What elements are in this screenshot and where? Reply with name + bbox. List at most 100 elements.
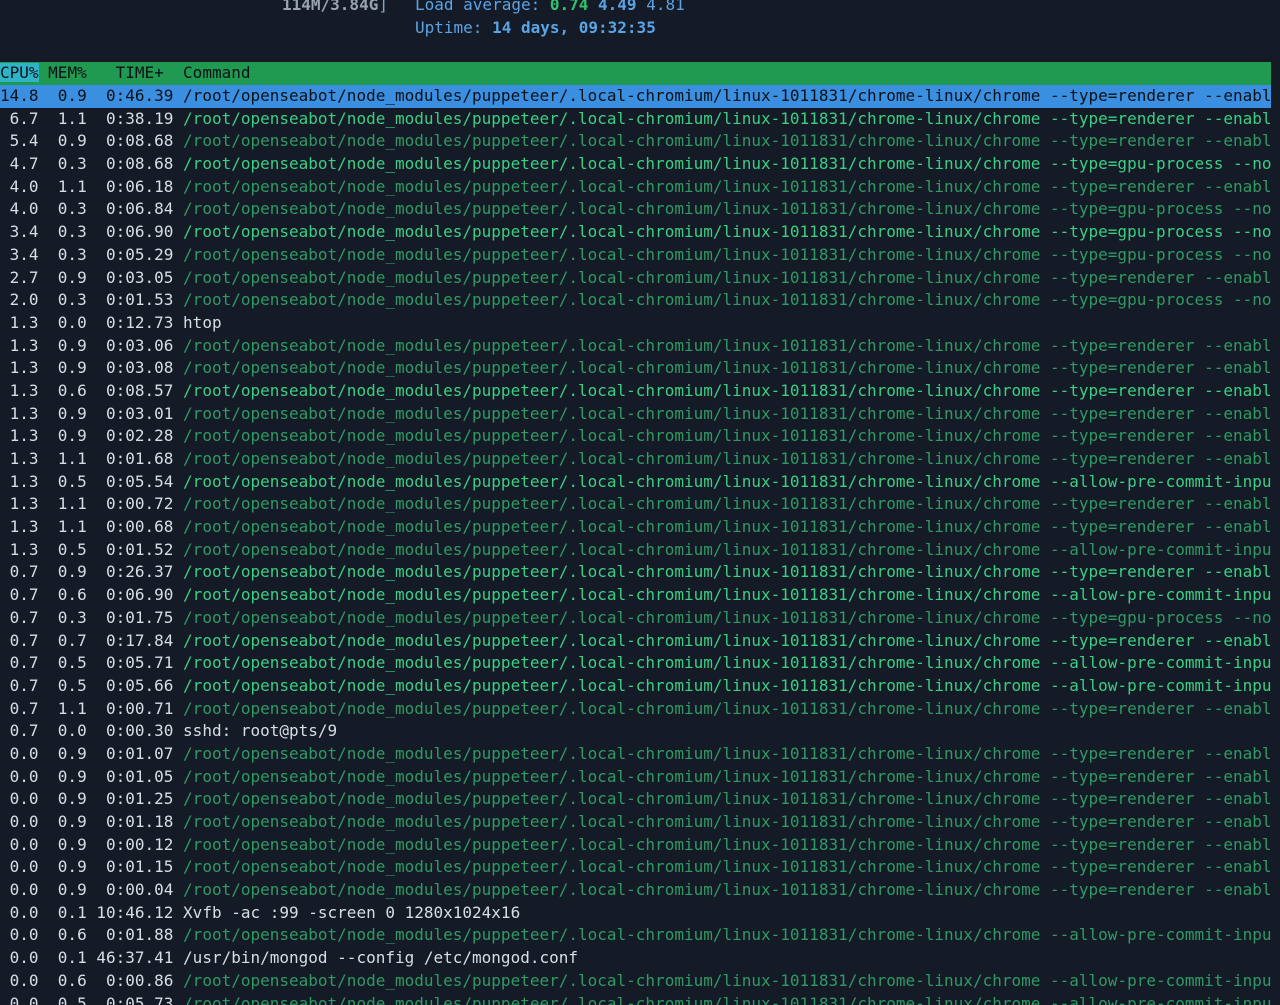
column-header-command[interactable]: Command <box>183 63 250 82</box>
command: /root/openseabot/node_modules/puppeteer/… <box>183 812 1271 831</box>
process-row[interactable]: 1.3 0.9 0:03.01 /root/openseabot/node_mo… <box>0 403 1271 426</box>
mem-percent: 0.9 <box>57 335 87 355</box>
cpu-percent: 0.7 <box>0 630 39 650</box>
process-row[interactable]: 0.7 0.5 0:05.66 /root/openseabot/node_mo… <box>0 675 1271 698</box>
process-row[interactable]: 0.0 0.1 10:46.12 Xvfb -ac :99 -screen 0 … <box>0 902 1271 925</box>
command: /root/openseabot/node_modules/puppeteer/… <box>183 517 1271 537</box>
cpu-time: 0:05.66 <box>105 675 174 695</box>
mem-percent: 0.6 <box>57 585 87 605</box>
command: /root/openseabot/node_modules/puppeteer/… <box>183 675 1271 695</box>
process-row[interactable]: 0.7 0.5 0:05.71 /root/openseabot/node_mo… <box>0 652 1271 675</box>
process-row[interactable]: 0.0 0.9 0:00.12 /root/openseabot/node_mo… <box>0 834 1271 857</box>
command: Xvfb -ac :99 -screen 0 1280x1024x16 <box>183 902 521 922</box>
column-header-mem[interactable]: MEM% <box>48 63 87 82</box>
cpu-percent: 0.7 <box>0 698 39 718</box>
process-row[interactable]: 4.0 0.3 0:06.84 /root/openseabot/node_mo… <box>0 198 1271 221</box>
command: /root/openseabot/node_modules/puppeteer/… <box>183 880 1271 900</box>
process-row[interactable]: 4.0 1.1 0:06.18 /root/openseabot/node_mo… <box>0 176 1271 199</box>
cpu-percent: 0.0 <box>0 948 39 968</box>
process-row[interactable]: 6.7 1.1 0:38.19 /root/openseabot/node_mo… <box>0 108 1271 131</box>
load-average-15min: 4.81 <box>646 0 685 14</box>
process-row[interactable]: 1.3 1.1 0:00.72 /root/openseabot/node_mo… <box>0 493 1271 516</box>
htop-terminal: 114M/3.84G] Load average: 0.74 4.49 4.81… <box>0 0 1280 1005</box>
column-header-cpu[interactable]: CPU% <box>0 63 39 82</box>
command: /root/openseabot/node_modules/puppeteer/… <box>183 244 1271 264</box>
mem-percent: 0.1 <box>57 902 87 922</box>
column-header-time[interactable]: TIME+ <box>96 63 173 82</box>
cpu-percent: 0.0 <box>0 993 39 1005</box>
cpu-time: 0:00.68 <box>105 517 174 537</box>
mem-percent: 0.5 <box>57 653 87 673</box>
process-row-selected[interactable]: 14.8 0.9 0:46.39 /root/openseabot/node_m… <box>0 85 1271 108</box>
process-row[interactable]: 1.3 1.1 0:00.68 /root/openseabot/node_mo… <box>0 516 1271 539</box>
cpu-time: 0:01.25 <box>105 789 174 809</box>
cpu-time: 0:03.06 <box>105 335 174 355</box>
process-row[interactable]: 4.7 0.3 0:08.68 /root/openseabot/node_mo… <box>0 153 1271 176</box>
process-row[interactable]: 3.4 0.3 0:05.29 /root/openseabot/node_mo… <box>0 244 1271 267</box>
command: /root/openseabot/node_modules/puppeteer/… <box>183 925 1271 945</box>
mem-percent: 0.5 <box>57 539 87 559</box>
process-row[interactable]: 0.7 0.9 0:26.37 /root/openseabot/node_mo… <box>0 561 1271 584</box>
process-row[interactable]: 1.3 0.9 0:03.06 /root/openseabot/node_mo… <box>0 335 1271 358</box>
process-row[interactable]: 0.0 0.9 0:01.07 /root/openseabot/node_mo… <box>0 743 1271 766</box>
process-row[interactable]: 1.3 0.5 0:05.54 /root/openseabot/node_mo… <box>0 471 1271 494</box>
mem-percent: 0.9 <box>57 131 87 151</box>
mem-percent: 0.9 <box>57 743 87 763</box>
cpu-percent: 0.7 <box>0 607 39 627</box>
process-row[interactable]: 2.0 0.3 0:01.53 /root/openseabot/node_mo… <box>0 289 1271 312</box>
process-row[interactable]: 0.0 0.9 0:01.18 /root/openseabot/node_mo… <box>0 811 1271 834</box>
mem-percent: 1.1 <box>57 176 87 196</box>
cpu-percent: 0.7 <box>0 562 39 582</box>
process-row[interactable]: 0.0 0.1 46:37.41 /usr/bin/mongod --confi… <box>0 947 1271 970</box>
process-row[interactable]: 0.7 0.6 0:06.90 /root/openseabot/node_mo… <box>0 584 1271 607</box>
process-row[interactable]: 1.3 0.9 0:02.28 /root/openseabot/node_mo… <box>0 425 1271 448</box>
process-row[interactable]: 1.3 1.1 0:01.68 /root/openseabot/node_mo… <box>0 448 1271 471</box>
mem-percent: 0.6 <box>57 925 87 945</box>
process-row[interactable]: 2.7 0.9 0:03.05 /root/openseabot/node_mo… <box>0 267 1271 290</box>
cpu-time: 0:26.37 <box>105 562 174 582</box>
mem-percent: 0.9 <box>57 403 87 423</box>
process-row[interactable]: 0.0 0.6 0:00.86 /root/openseabot/node_mo… <box>0 970 1271 993</box>
cpu-percent: 0.7 <box>0 585 39 605</box>
cpu-percent: 1.3 <box>0 312 39 332</box>
cpu-time: 0:02.28 <box>105 426 174 446</box>
process-row[interactable]: 0.7 0.0 0:00.30 sshd: root@pts/9 <box>0 720 1271 743</box>
cpu-percent: 0.0 <box>0 902 39 922</box>
process-row[interactable]: 0.0 0.9 0:01.05 /root/openseabot/node_mo… <box>0 766 1271 789</box>
process-row[interactable]: 0.0 0.9 0:01.15 /root/openseabot/node_mo… <box>0 856 1271 879</box>
cpu-percent: 2.7 <box>0 267 39 287</box>
process-row[interactable]: 0.0 0.9 0:00.04 /root/openseabot/node_mo… <box>0 879 1271 902</box>
process-row[interactable]: 1.3 0.5 0:01.52 /root/openseabot/node_mo… <box>0 539 1271 562</box>
cpu-time: 0:01.05 <box>105 766 174 786</box>
process-row[interactable]: 0.7 1.1 0:00.71 /root/openseabot/node_mo… <box>0 698 1271 721</box>
cpu-time: 0:05.71 <box>105 653 174 673</box>
process-row[interactable]: 0.0 0.5 0:05.73 /root/openseabot/node_mo… <box>0 993 1271 1005</box>
load-average-5min: 4.49 <box>598 0 637 14</box>
process-row[interactable]: 5.4 0.9 0:08.68 /root/openseabot/node_mo… <box>0 130 1271 153</box>
command: /root/openseabot/node_modules/puppeteer/… <box>183 267 1271 287</box>
process-row[interactable]: 1.3 0.0 0:12.73 htop <box>0 312 1271 335</box>
cpu-percent: 1.3 <box>0 539 39 559</box>
cpu-percent: 1.3 <box>0 471 39 491</box>
command: /root/openseabot/node_modules/puppeteer/… <box>183 176 1271 196</box>
process-row[interactable]: 0.0 0.9 0:01.25 /root/openseabot/node_mo… <box>0 788 1271 811</box>
process-row[interactable]: 0.0 0.6 0:01.88 /root/openseabot/node_mo… <box>0 924 1271 947</box>
mem-percent: 0.0 <box>57 721 87 741</box>
cpu-time: 0:08.68 <box>105 131 174 151</box>
cpu-percent: 3.4 <box>0 244 39 264</box>
cpu-percent: 0.0 <box>0 857 39 877</box>
cpu-time: 0:17.84 <box>105 630 174 650</box>
process-row[interactable]: 0.7 0.7 0:17.84 /root/openseabot/node_mo… <box>0 630 1271 653</box>
process-row[interactable]: 1.3 0.6 0:08.57 /root/openseabot/node_mo… <box>0 380 1271 403</box>
command: /root/openseabot/node_modules/puppeteer/… <box>183 653 1271 673</box>
cpu-time: 0:03.01 <box>105 403 174 423</box>
cpu-percent: 0.7 <box>0 675 39 695</box>
cpu-time: 0:08.57 <box>105 380 174 400</box>
mem-percent: 0.3 <box>57 222 87 242</box>
cpu-time: 0:00.71 <box>105 698 174 718</box>
process-row[interactable]: 3.4 0.3 0:06.90 /root/openseabot/node_mo… <box>0 221 1271 244</box>
mem-percent: 0.9 <box>57 880 87 900</box>
cpu-time: 0:06.90 <box>105 222 174 242</box>
process-row[interactable]: 0.7 0.3 0:01.75 /root/openseabot/node_mo… <box>0 607 1271 630</box>
process-row[interactable]: 1.3 0.9 0:03.08 /root/openseabot/node_mo… <box>0 357 1271 380</box>
